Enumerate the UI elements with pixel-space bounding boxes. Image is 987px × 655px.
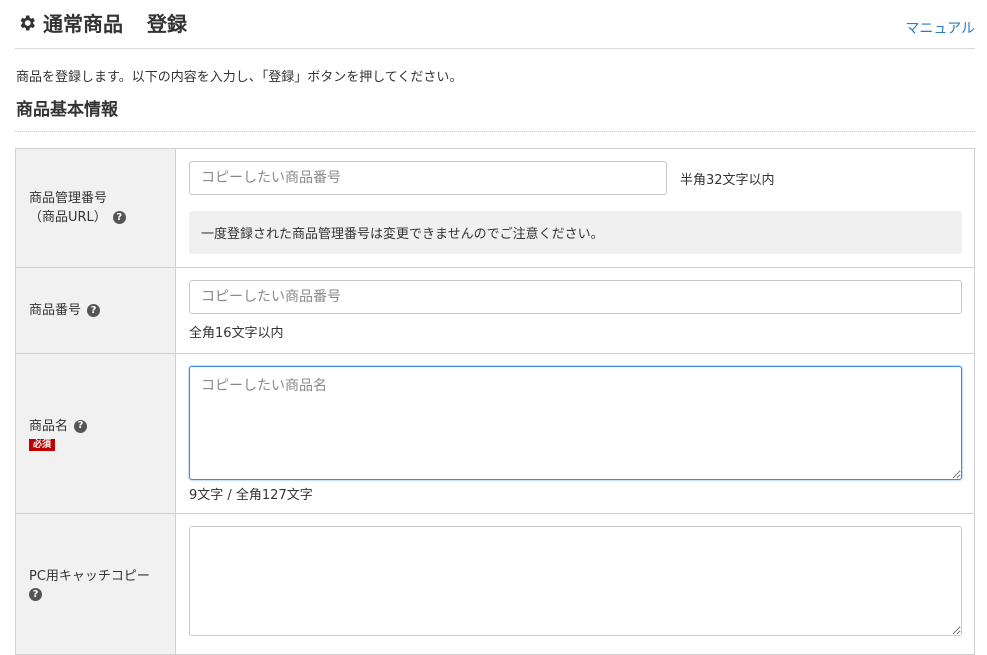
manage-number-hint: 半角32文字以内	[680, 172, 775, 188]
product-name-textarea[interactable]	[189, 366, 962, 480]
page-header: 通常商品 登録 マニュアル	[15, 0, 975, 49]
section-divider	[15, 131, 975, 132]
value-cell-pc-catch-copy	[176, 514, 974, 654]
row-product-number: 商品番号 ? 全角16文字以内	[16, 268, 974, 354]
section-title: 商品基本情報	[16, 100, 118, 120]
row-product-name: 商品名 ? 必須 9文字 / 全角127文字	[16, 354, 974, 514]
manual-link[interactable]: マニュアル	[905, 18, 975, 38]
required-badge: 必須	[29, 438, 56, 451]
value-cell-product-number: 全角16文字以内	[176, 268, 974, 353]
label-cell-product-number: 商品番号 ?	[16, 268, 176, 353]
label-pc-catch-copy: PC用キャッチコピー	[29, 569, 150, 584]
row-pc-catch-copy: PC用キャッチコピー ?	[16, 514, 974, 655]
label-product-number: 商品番号	[29, 303, 82, 318]
pc-catch-copy-textarea[interactable]	[189, 526, 962, 636]
label-product-name: 商品名	[29, 418, 69, 434]
label-cell-manage-number: 商品管理番号 （商品URL） ?	[16, 149, 176, 267]
title-action: 登録	[147, 12, 187, 36]
value-cell-manage-number: 半角32文字以内 一度登録された商品管理番号は変更できませんのでご注意ください。	[176, 149, 974, 267]
gear-icon	[20, 15, 35, 30]
help-icon[interactable]: ?	[29, 588, 42, 601]
help-icon[interactable]: ?	[112, 211, 126, 224]
label-manage-number-url: （商品URL）	[29, 210, 107, 225]
page-description: 商品を登録します。以下の内容を入力し、「登録」ボタンを押してください。	[16, 70, 463, 85]
product-number-hint: 全角16文字以内	[189, 326, 284, 341]
manage-number-notice: 一度登録された商品管理番号は変更できませんのでご注意ください。	[189, 211, 962, 254]
label-cell-pc-catch-copy: PC用キャッチコピー ?	[16, 514, 176, 654]
help-icon[interactable]: ?	[87, 304, 101, 317]
manage-number-input[interactable]	[189, 161, 667, 195]
page-title: 通常商品 登録	[17, 8, 187, 37]
label-cell-product-name: 商品名 ? 必須	[16, 354, 176, 513]
value-cell-product-name: 9文字 / 全角127文字	[176, 354, 974, 513]
help-icon[interactable]: ?	[74, 419, 88, 433]
title-main: 通常商品	[43, 12, 123, 36]
product-number-input[interactable]	[189, 280, 962, 314]
label-manage-number: 商品管理番号	[29, 191, 108, 206]
product-basic-info-form: 商品管理番号 （商品URL） ? 半角32文字以内 一度登録された商品管理番号は…	[15, 148, 975, 655]
row-manage-number: 商品管理番号 （商品URL） ? 半角32文字以内 一度登録された商品管理番号は…	[16, 149, 974, 268]
product-name-counter: 9文字 / 全角127文字	[189, 488, 313, 503]
